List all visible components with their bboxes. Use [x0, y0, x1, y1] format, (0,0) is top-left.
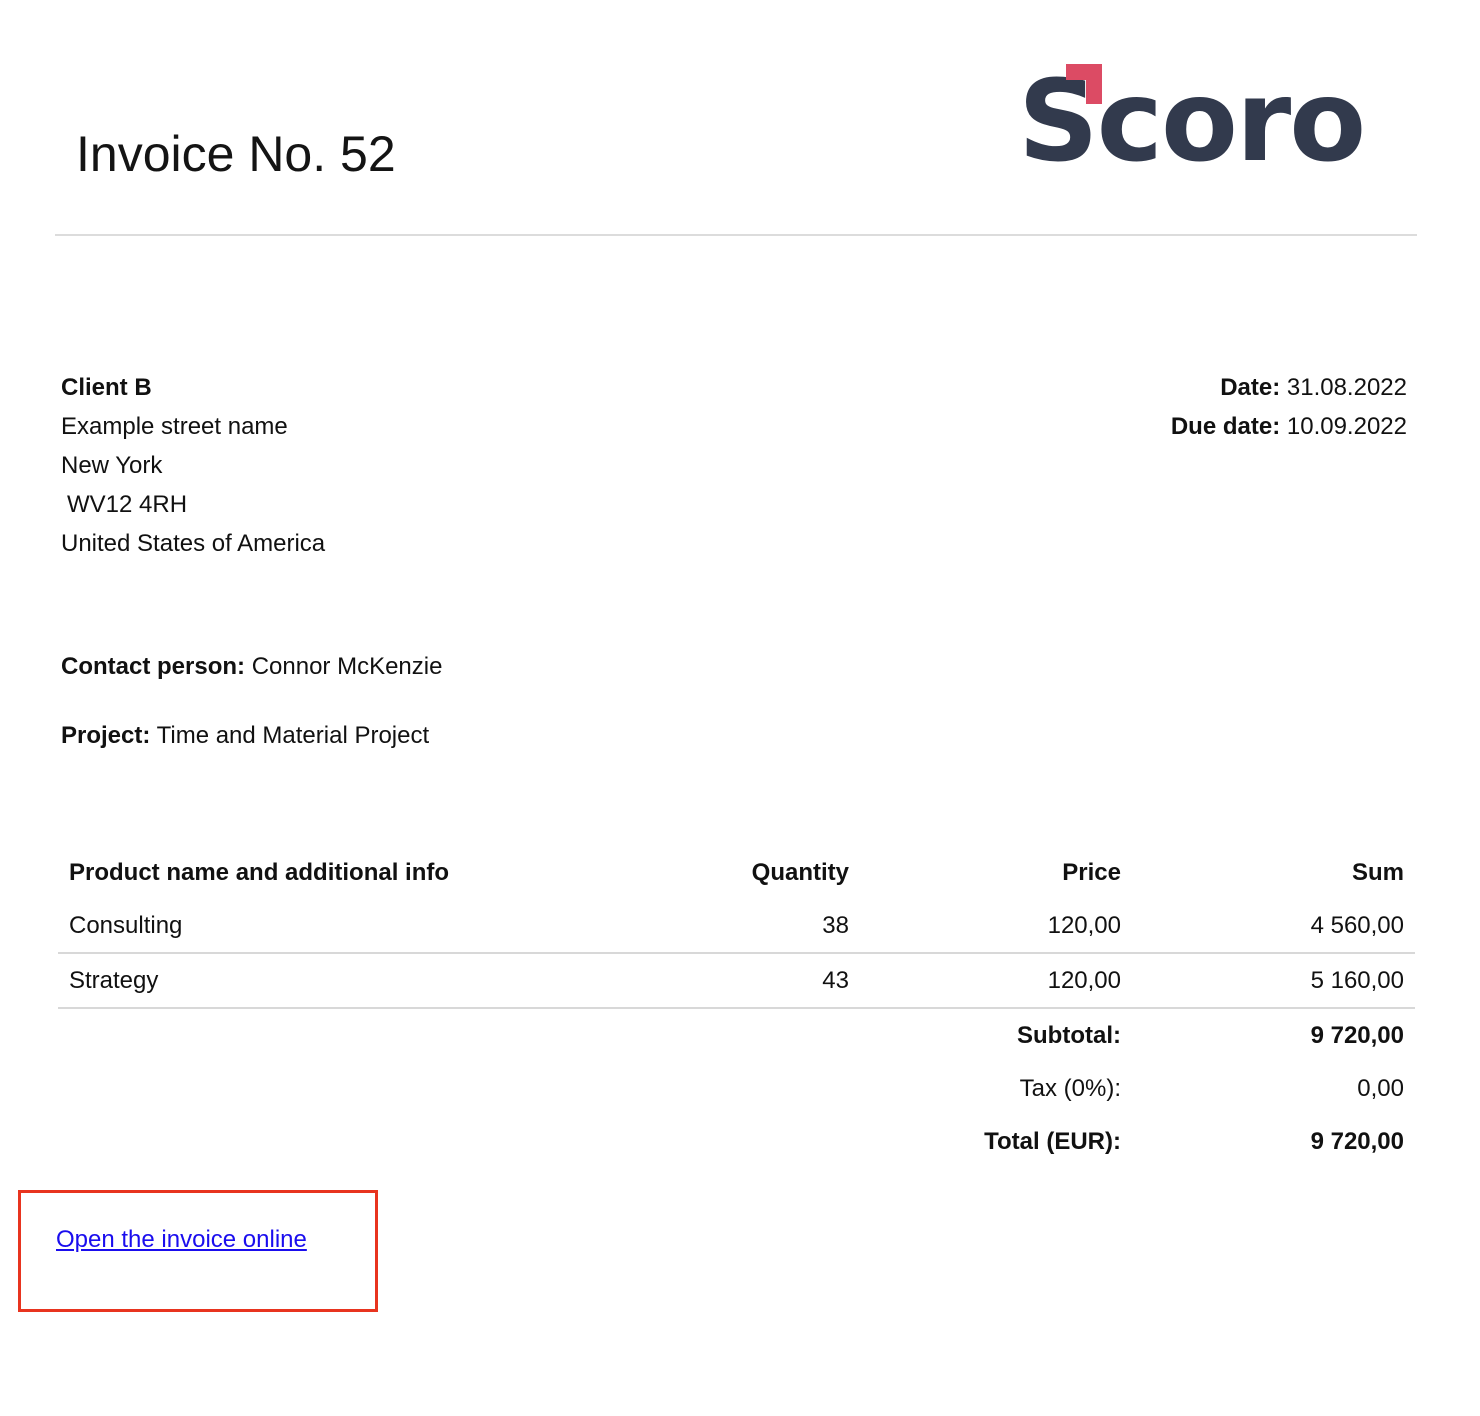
column-header-product: Product name and additional info: [69, 858, 450, 886]
table-row: Strategy 43 120,00 5 160,00: [58, 953, 1415, 1009]
column-header-sum: Sum: [1351, 858, 1404, 886]
date-value: 31.08.2022: [1286, 374, 1407, 401]
row-price: 120,00: [860, 899, 1132, 954]
client-name: Client B: [61, 374, 152, 401]
total-value: 9 720,00: [1310, 1127, 1404, 1155]
subtotal-row: Subtotal: 9 720,00: [58, 1008, 1415, 1062]
contact-label: Contact person:: [61, 653, 246, 680]
header-divider: [55, 234, 1417, 236]
column-header-quantity: Quantity: [751, 858, 849, 886]
due-date-label: Due date:: [1170, 413, 1281, 440]
subtotal-value: 9 720,00: [1310, 1021, 1404, 1049]
subtotal-label: Subtotal:: [1017, 1021, 1121, 1049]
row-quantity: 43: [578, 953, 860, 1009]
project-line: Project: Time and Material Project: [61, 720, 429, 752]
logo-corner-mark-icon: [1066, 64, 1102, 104]
row-quantity: 38: [578, 899, 860, 954]
total-row: Total (EUR): 9 720,00: [58, 1115, 1415, 1168]
row-sum: 5 160,00: [1132, 953, 1415, 1009]
project-value: Time and Material Project: [156, 722, 430, 749]
scoro-logo: Scoro: [1012, 64, 1382, 178]
due-date-line: Due date: 10.09.2022: [1171, 407, 1407, 446]
date-line: Date: 31.08.2022: [1171, 368, 1407, 407]
contact-value: Connor McKenzie: [251, 653, 443, 680]
client-street: Example street name: [61, 413, 288, 440]
client-address: Client B Example street name New York WV…: [61, 368, 325, 563]
tax-row: Tax (0%): 0,00: [58, 1062, 1415, 1115]
invoice-items-table: Product name and additional info Quantit…: [58, 846, 1415, 1168]
invoice-title: Invoice No. 52: [76, 126, 396, 182]
column-header-price: Price: [1062, 858, 1121, 886]
date-label: Date:: [1220, 374, 1281, 401]
tax-label: Tax (0%):: [1019, 1074, 1121, 1102]
table-header-row: Product name and additional info Quantit…: [58, 846, 1415, 899]
client-country: United States of America: [61, 530, 326, 557]
open-invoice-online-link[interactable]: Open the invoice online: [56, 1226, 307, 1254]
row-product: Consulting: [58, 899, 578, 954]
table-row: Consulting 38 120,00 4 560,00: [58, 899, 1415, 954]
project-label: Project:: [61, 722, 151, 749]
client-postcode: WV12 4RH: [67, 491, 188, 518]
total-label: Total (EUR):: [984, 1127, 1121, 1155]
row-price: 120,00: [860, 953, 1132, 1009]
contact-person: Contact person: Connor McKenzie: [61, 651, 442, 683]
due-date-value: 10.09.2022: [1286, 413, 1407, 440]
row-sum: 4 560,00: [1132, 899, 1415, 954]
row-product: Strategy: [58, 953, 578, 1009]
tax-value: 0,00: [1357, 1074, 1404, 1102]
invoice-dates: Date: 31.08.2022 Due date: 10.09.2022: [1171, 368, 1407, 446]
client-city: New York: [61, 452, 163, 479]
